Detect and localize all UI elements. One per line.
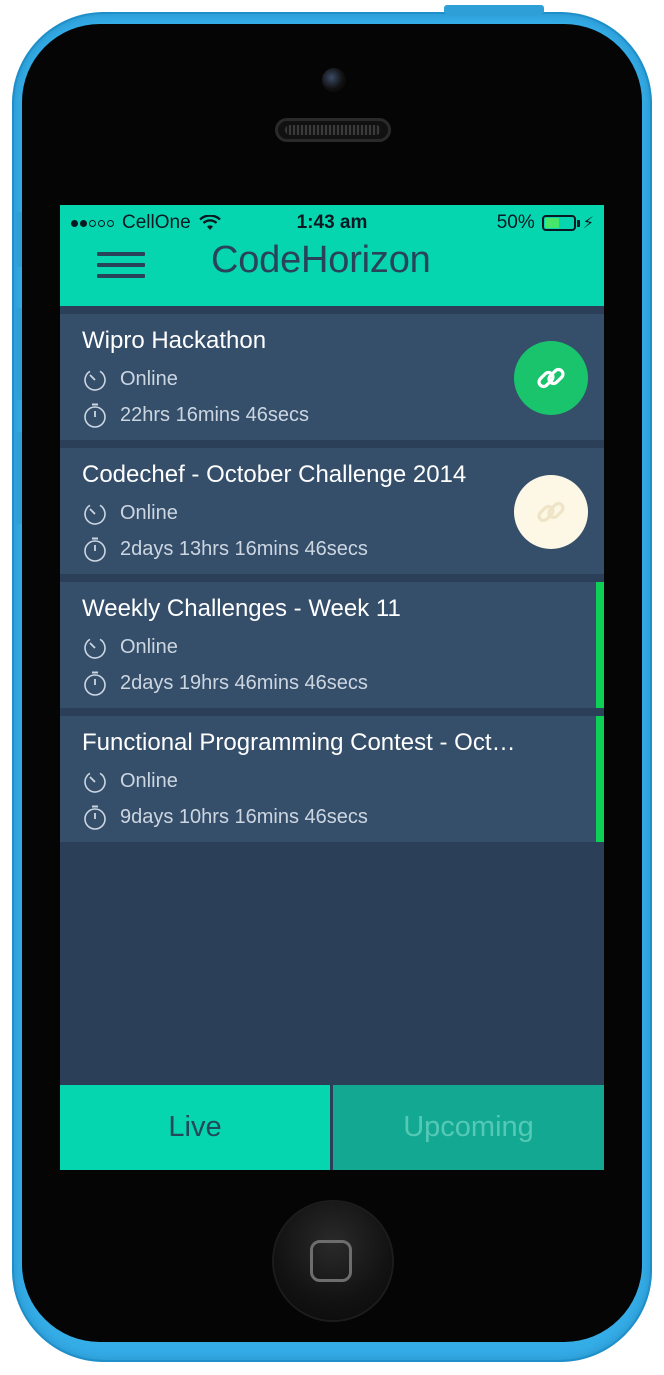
location-row: Online — [82, 768, 178, 794]
contest-list: Wipro Hackathon Online 22hrs 16mins 46se… — [60, 314, 604, 850]
link-button[interactable] — [514, 341, 588, 415]
status-bar: CellOne 1:43 am 50% ⚡ — [60, 209, 604, 237]
hamburger-menu-icon[interactable] — [97, 252, 145, 278]
contest-time-left: 2days 19hrs 46mins 46secs — [120, 671, 368, 694]
stopwatch-icon — [84, 537, 106, 562]
stopwatch-icon — [84, 805, 106, 830]
battery-percent: 50% — [496, 212, 535, 233]
earpiece-speaker — [275, 118, 391, 142]
battery-icon — [541, 215, 576, 231]
contest-location: Online — [120, 367, 178, 390]
link-icon — [537, 367, 565, 389]
bottom-tab-bar: Live Upcoming — [60, 1085, 604, 1170]
contest-card[interactable]: Codechef - October Challenge 2014 Online… — [60, 448, 604, 574]
time-left-row: 22hrs 16mins 46secs — [82, 402, 309, 428]
contest-location: Online — [120, 501, 178, 524]
app-title: CodeHorizon — [211, 239, 431, 281]
tab-upcoming[interactable]: Upcoming — [333, 1085, 604, 1170]
contest-time-left: 22hrs 16mins 46secs — [120, 403, 309, 426]
app-screen: CellOne 1:43 am 50% ⚡ CodeHorizon Wipro — [60, 205, 604, 1170]
contest-time-left: 9days 10hrs 16mins 46secs — [120, 805, 368, 828]
clock-icon — [84, 503, 106, 525]
location-row: Online — [82, 500, 178, 526]
contest-location: Online — [120, 769, 178, 792]
contest-card[interactable]: Functional Programming Contest - Oct… On… — [60, 716, 604, 842]
home-button[interactable] — [274, 1202, 392, 1320]
clock-icon — [84, 771, 106, 793]
time-left-row: 9days 10hrs 16mins 46secs — [82, 804, 368, 830]
stopwatch-icon — [84, 671, 106, 696]
contest-title: Codechef - October Challenge 2014 — [82, 461, 467, 488]
time-left-row: 2days 13hrs 16mins 46secs — [82, 536, 368, 562]
contest-time-left: 2days 13hrs 16mins 46secs — [120, 537, 368, 560]
contest-location: Online — [120, 635, 178, 658]
location-row: Online — [82, 634, 178, 660]
charging-bolt-icon: ⚡ — [582, 215, 594, 232]
contest-card[interactable]: Wipro Hackathon Online 22hrs 16mins 46se… — [60, 314, 604, 440]
app-header: CellOne 1:43 am 50% ⚡ CodeHorizon — [60, 205, 604, 306]
tab-live[interactable]: Live — [60, 1085, 330, 1170]
front-camera — [322, 68, 346, 92]
time-left-row: 2days 19hrs 46mins 46secs — [82, 670, 368, 696]
home-square-icon — [310, 1240, 352, 1282]
contest-title: Functional Programming Contest - Oct… — [82, 729, 516, 756]
contest-title: Wipro Hackathon — [82, 327, 267, 354]
location-row: Online — [82, 366, 178, 392]
link-icon — [537, 501, 565, 523]
live-indicator-bar — [596, 582, 604, 708]
link-button[interactable] — [514, 475, 588, 549]
clock-icon — [84, 637, 106, 659]
clock-icon — [84, 369, 106, 391]
stopwatch-icon — [84, 403, 106, 428]
power-button — [444, 5, 544, 14]
contest-title: Weekly Challenges - Week 11 — [82, 595, 401, 622]
live-indicator-bar — [596, 716, 604, 842]
contest-card[interactable]: Weekly Challenges - Week 11 Online 2days… — [60, 582, 604, 708]
